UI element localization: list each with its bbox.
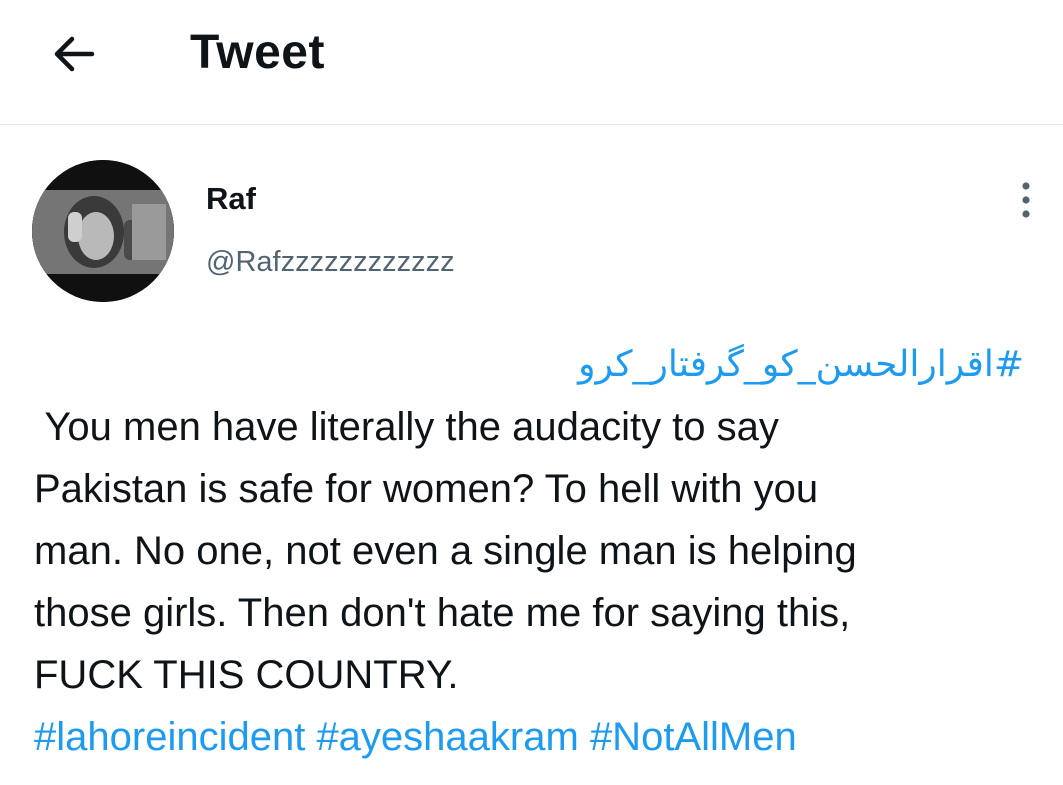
tweet-line: man. No one, not even a single man is he… [34,529,857,573]
more-options-button[interactable] [1006,180,1046,220]
profile-photo [32,160,174,302]
back-button[interactable] [40,22,108,86]
tweet-line: those girls. Then don't hate me for sayi… [34,591,851,635]
hashtag-link[interactable]: #lahoreincident [34,715,305,759]
avatar[interactable] [32,160,174,302]
arrow-left-icon [54,36,95,72]
author-handle[interactable]: @Rafzzzzzzzzzzzz [206,244,455,280]
page-title: Tweet [190,26,325,79]
author-name[interactable]: Raf [206,180,256,218]
tweet-line: FUCK THIS COUNTRY. [34,653,459,697]
more-vertical-icon [1022,182,1030,218]
tweet-line: Pakistan is safe for women? To hell with… [34,467,819,511]
tweet-line: You men have literally the audacity to s… [34,405,779,449]
hashtag-link[interactable]: #اقرارالحسن_کو_گرفتار_کرو [34,334,1024,396]
hashtag-link[interactable]: #NotAllMen [590,715,797,759]
hashtag-link[interactable]: #ayeshaakram [316,715,578,759]
hashtag-row: #lahoreincident #ayeshaakram #NotAllMen [34,706,1034,768]
tweet-text: #اقرارالحسن_کو_گرفتار_کرو You men have l… [34,334,1034,768]
tweet-header: Tweet [0,0,1063,125]
